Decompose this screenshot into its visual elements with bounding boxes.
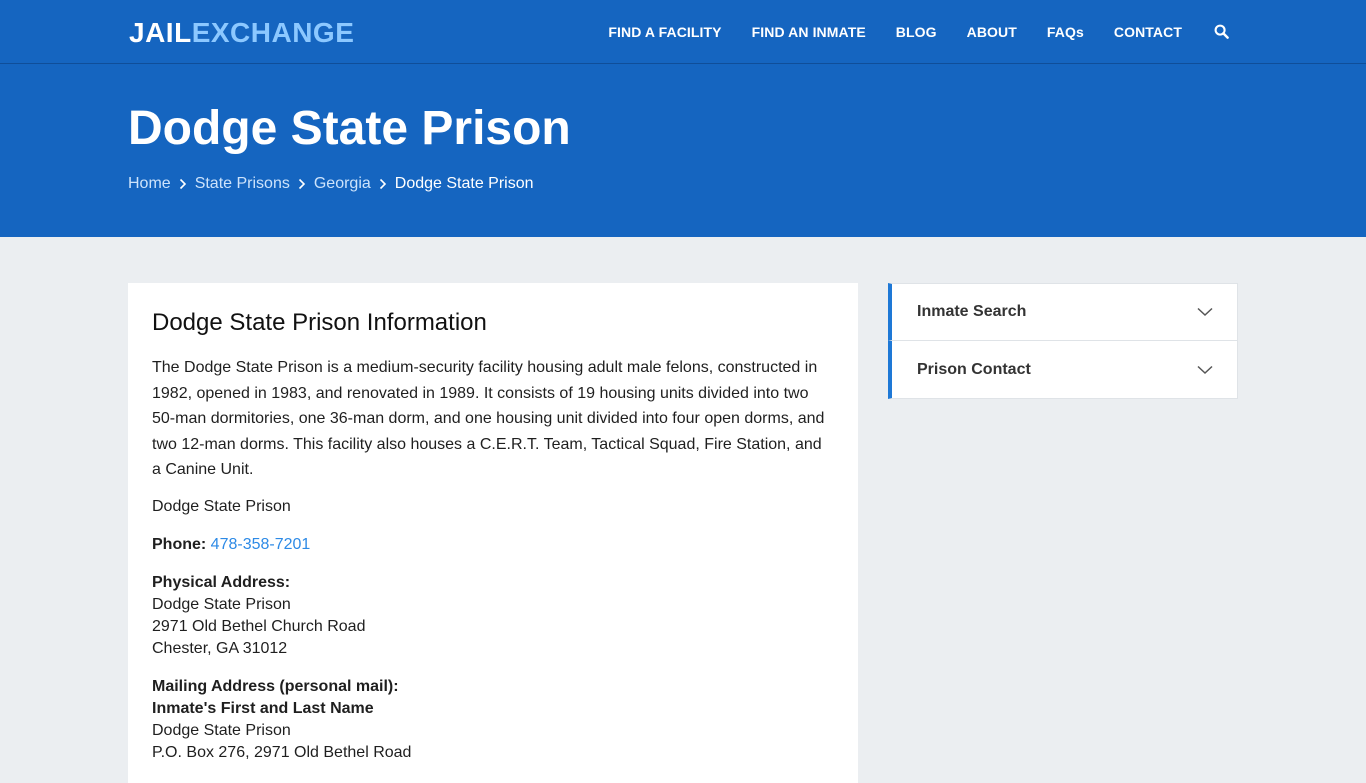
facility-description: The Dodge State Prison is a medium-secur… bbox=[152, 359, 825, 479]
site-logo[interactable]: JAILEXCHANGE bbox=[129, 16, 354, 50]
facility-info-card: Dodge State Prison Information The Dodge… bbox=[128, 283, 858, 783]
address-line: P.O. Box 276, 2971 Old Bethel Road bbox=[152, 743, 412, 761]
mailing-address-label: Mailing Address (personal mail): bbox=[152, 677, 399, 695]
section-heading: Dodge State Prison Information bbox=[152, 309, 487, 336]
breadcrumb: Home State Prisons Georgia Dodge State P… bbox=[128, 175, 534, 193]
sidebar: Inmate Search Prison Contact bbox=[888, 283, 1238, 399]
nav-faqs[interactable]: FAQs bbox=[1047, 24, 1084, 40]
chevron-right-icon bbox=[290, 176, 314, 192]
top-navbar: JAILEXCHANGE FIND A FACILITY FIND AN INM… bbox=[0, 0, 1366, 64]
phone-line: Phone: 478-358-7201 bbox=[152, 534, 834, 556]
chevron-down-icon bbox=[1197, 307, 1213, 317]
nav-blog[interactable]: BLOG bbox=[896, 24, 937, 40]
chevron-right-icon bbox=[171, 176, 195, 192]
nav-about[interactable]: ABOUT bbox=[967, 24, 1017, 40]
logo-jail-text: JAIL bbox=[129, 17, 192, 48]
search-icon[interactable] bbox=[1214, 24, 1230, 40]
accordion-prison-contact[interactable]: Prison Contact bbox=[888, 341, 1238, 399]
mailing-name-label: Inmate's First and Last Name bbox=[152, 699, 374, 717]
breadcrumb-state-prisons[interactable]: State Prisons bbox=[195, 175, 290, 193]
breadcrumb-home[interactable]: Home bbox=[128, 175, 171, 193]
nav-contact[interactable]: CONTACT bbox=[1114, 24, 1182, 40]
page-hero: Dodge State Prison Home State Prisons Ge… bbox=[0, 64, 1366, 237]
chevron-down-icon bbox=[1197, 365, 1213, 374]
accordion-inmate-search[interactable]: Inmate Search bbox=[888, 283, 1238, 341]
physical-address: Physical Address: Dodge State Prison 297… bbox=[152, 572, 834, 660]
address-line: Dodge State Prison bbox=[152, 721, 291, 739]
phone-label: Phone: bbox=[152, 535, 207, 553]
breadcrumb-georgia[interactable]: Georgia bbox=[314, 175, 371, 193]
page-title: Dodge State Prison bbox=[128, 102, 571, 155]
nav-find-facility[interactable]: FIND A FACILITY bbox=[608, 24, 721, 40]
accordion-label: Prison Contact bbox=[917, 360, 1031, 378]
address-line: 2971 Old Bethel Church Road bbox=[152, 617, 366, 635]
facility-name: Dodge State Prison bbox=[152, 497, 291, 515]
nav-find-inmate[interactable]: FIND AN INMATE bbox=[752, 24, 866, 40]
main-nav: FIND A FACILITY FIND AN INMATE BLOG ABOU… bbox=[578, 0, 1230, 64]
mailing-address: Mailing Address (personal mail): Inmate'… bbox=[152, 676, 834, 764]
logo-exchange-text: EXCHANGE bbox=[191, 17, 355, 48]
physical-address-label: Physical Address: bbox=[152, 573, 291, 591]
address-line: Dodge State Prison bbox=[152, 595, 291, 613]
accordion-label: Inmate Search bbox=[917, 303, 1027, 320]
chevron-right-icon bbox=[371, 176, 395, 192]
breadcrumb-current: Dodge State Prison bbox=[394, 175, 534, 192]
address-line: Chester, GA 31012 bbox=[152, 639, 288, 657]
phone-link[interactable]: 478-358-7201 bbox=[211, 536, 311, 553]
